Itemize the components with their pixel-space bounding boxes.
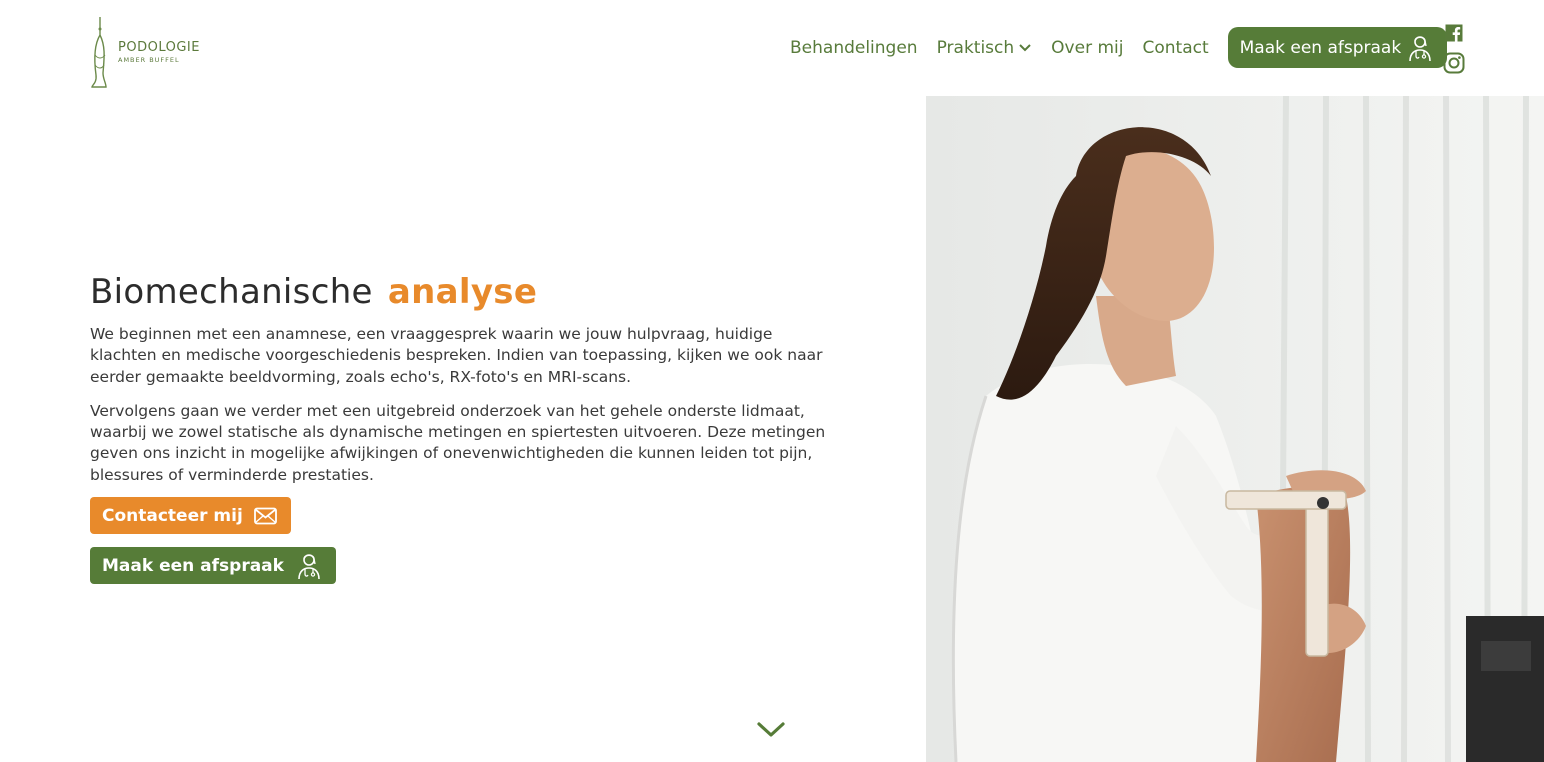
scroll-down-chevron-icon[interactable] <box>756 720 786 740</box>
appointment-button-label: Maak een afspraak <box>102 555 284 576</box>
chevron-down-icon <box>1018 38 1032 58</box>
nav-item-contact[interactable]: Contact <box>1142 38 1208 58</box>
page-title-plain: Biomechanische <box>90 272 373 312</box>
nav-item-behandelingen[interactable]: Behandelingen <box>790 38 918 58</box>
page-title: Biomechanische analyse <box>90 270 830 314</box>
instagram-icon[interactable] <box>1443 52 1465 78</box>
logo-subtitle: AMBER BUFFEL <box>118 56 180 64</box>
nav-appointment-button[interactable]: Maak een afspraak <box>1227 27 1448 68</box>
site-header: PODOLOGIE AMBER BUFFEL Behandelingen Pra… <box>0 0 1544 96</box>
main-content: Biomechanische analyse We beginnen met e… <box>90 270 830 486</box>
logo-title: PODOLOGIE <box>118 40 200 55</box>
intro-paragraph: We beginnen met een anamnese, een vraagg… <box>90 325 823 386</box>
logo-foot-icon <box>91 17 107 88</box>
nav-item-label: Contact <box>1142 37 1209 58</box>
nav-appointment-label: Maak een afspraak <box>1239 37 1402 58</box>
nav-item-label: Over mij <box>1051 37 1124 58</box>
nav-item-label: Behandelingen <box>790 37 918 58</box>
contact-button-label: Contacteer mij <box>102 505 243 526</box>
doctor-icon <box>298 553 320 579</box>
logo[interactable]: PODOLOGIE AMBER BUFFEL <box>86 14 216 90</box>
nav-item-label: Praktisch <box>936 37 1015 58</box>
contact-button[interactable]: Contacteer mij <box>90 497 291 534</box>
facebook-icon[interactable] <box>1445 24 1463 46</box>
doctor-icon <box>1409 35 1432 61</box>
logo-text: PODOLOGIE AMBER BUFFEL <box>118 40 200 64</box>
envelope-icon <box>253 507 277 524</box>
hero-photo <box>926 96 1544 762</box>
page-title-accent: analyse <box>387 272 538 312</box>
nav-item-praktisch[interactable]: Praktisch <box>937 38 1033 58</box>
social-links <box>1443 24 1465 78</box>
hero-photo-illustration <box>926 96 1544 762</box>
exam-paragraph: Vervolgens gaan we verder met een uitgeb… <box>90 401 826 484</box>
appointment-button[interactable]: Maak een afspraak <box>90 547 336 584</box>
main-nav: Behandelingen Praktisch Over mij Contact… <box>790 27 1448 68</box>
nav-item-over-mij[interactable]: Over mij <box>1051 38 1123 58</box>
